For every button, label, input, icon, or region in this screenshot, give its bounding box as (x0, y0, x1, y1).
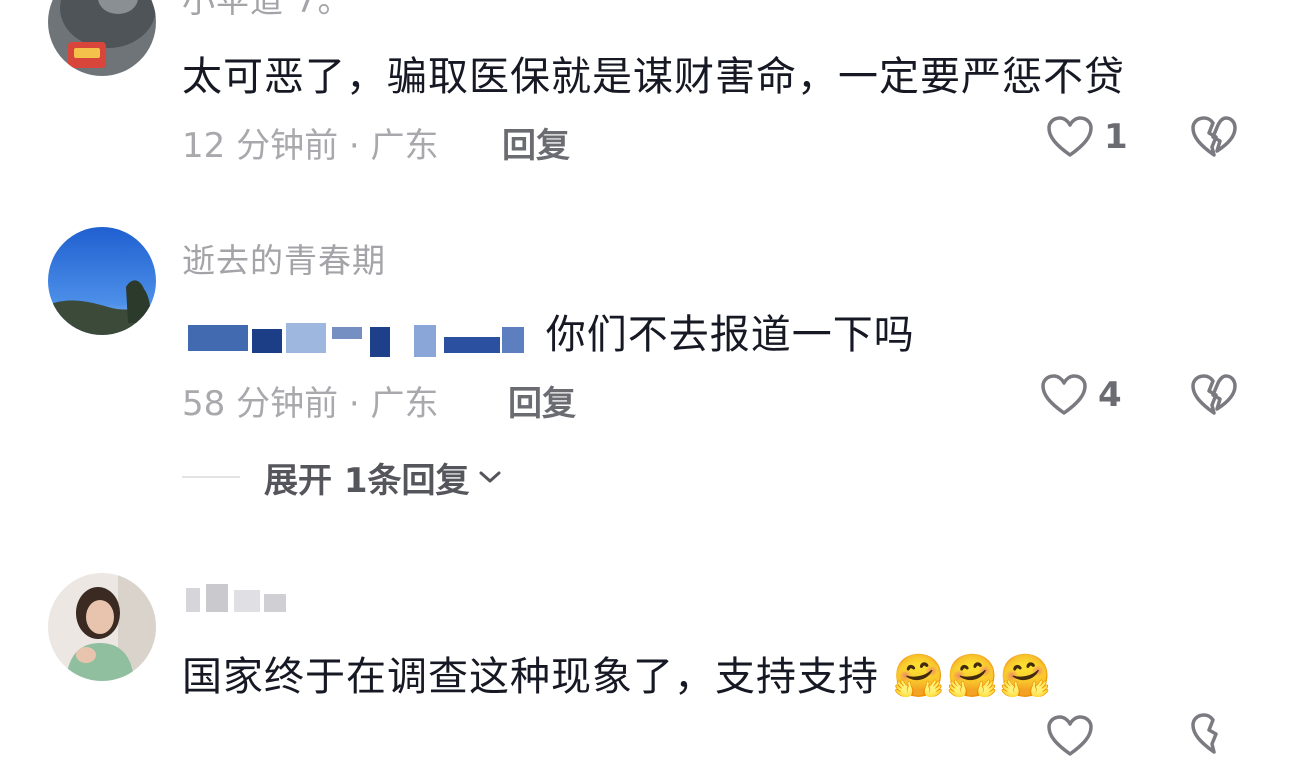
divider (182, 476, 240, 478)
avatar[interactable] (48, 0, 156, 76)
expand-replies-button[interactable]: 展开 1条回复 (182, 452, 504, 502)
broken-heart-icon (1191, 713, 1218, 754)
hug-emoji: 🤗🤗🤗 (892, 651, 1053, 700)
broken-heart-icon (1191, 374, 1237, 415)
comment-text: 你们不去报道一下吗 (545, 312, 915, 358)
heart-outline-icon (1047, 715, 1093, 756)
reply-button[interactable]: 回复 (508, 376, 576, 425)
like-count: 4 (1098, 375, 1122, 415)
heart-outline-icon (1047, 116, 1093, 157)
dislike-button[interactable] (1190, 115, 1238, 163)
avatar[interactable] (48, 573, 156, 681)
expand-label: 展开 1条回复 (264, 460, 470, 501)
heart-outline-icon (1041, 374, 1087, 415)
time-location: 12 分钟前 · 广东 (182, 126, 439, 166)
username[interactable]: 小苹道 7。 (182, 0, 352, 22)
like-button[interactable]: 1 (1046, 113, 1128, 161)
dislike-button[interactable] (1190, 712, 1238, 760)
username[interactable]: 逝去的青春期 (182, 234, 386, 282)
like-count: 1 (1104, 117, 1128, 157)
username-redacted[interactable] (182, 580, 292, 624)
dislike-button[interactable] (1190, 373, 1238, 421)
mention-redacted (182, 315, 532, 359)
reply-button[interactable]: 回复 (502, 118, 570, 167)
comment-text: 国家终于在调查这种现象了，支持支持 (182, 654, 879, 700)
avatar[interactable] (48, 227, 156, 335)
comment-text: 太可恶了，骗取医保就是谋财害命，一定要严惩不贷 (182, 54, 1125, 100)
broken-heart-icon (1191, 116, 1237, 157)
time-location: 58 分钟前 · 广东 (182, 384, 439, 424)
chevron-down-icon (479, 471, 500, 483)
comment-text-row: 国家终于在调查这种现象了，支持支持 🤗🤗🤗 (182, 644, 1053, 702)
like-button[interactable]: 4 (1040, 371, 1122, 419)
comment-text-row: 你们不去报道一下吗 (182, 302, 915, 360)
like-button[interactable] (1046, 712, 1094, 760)
